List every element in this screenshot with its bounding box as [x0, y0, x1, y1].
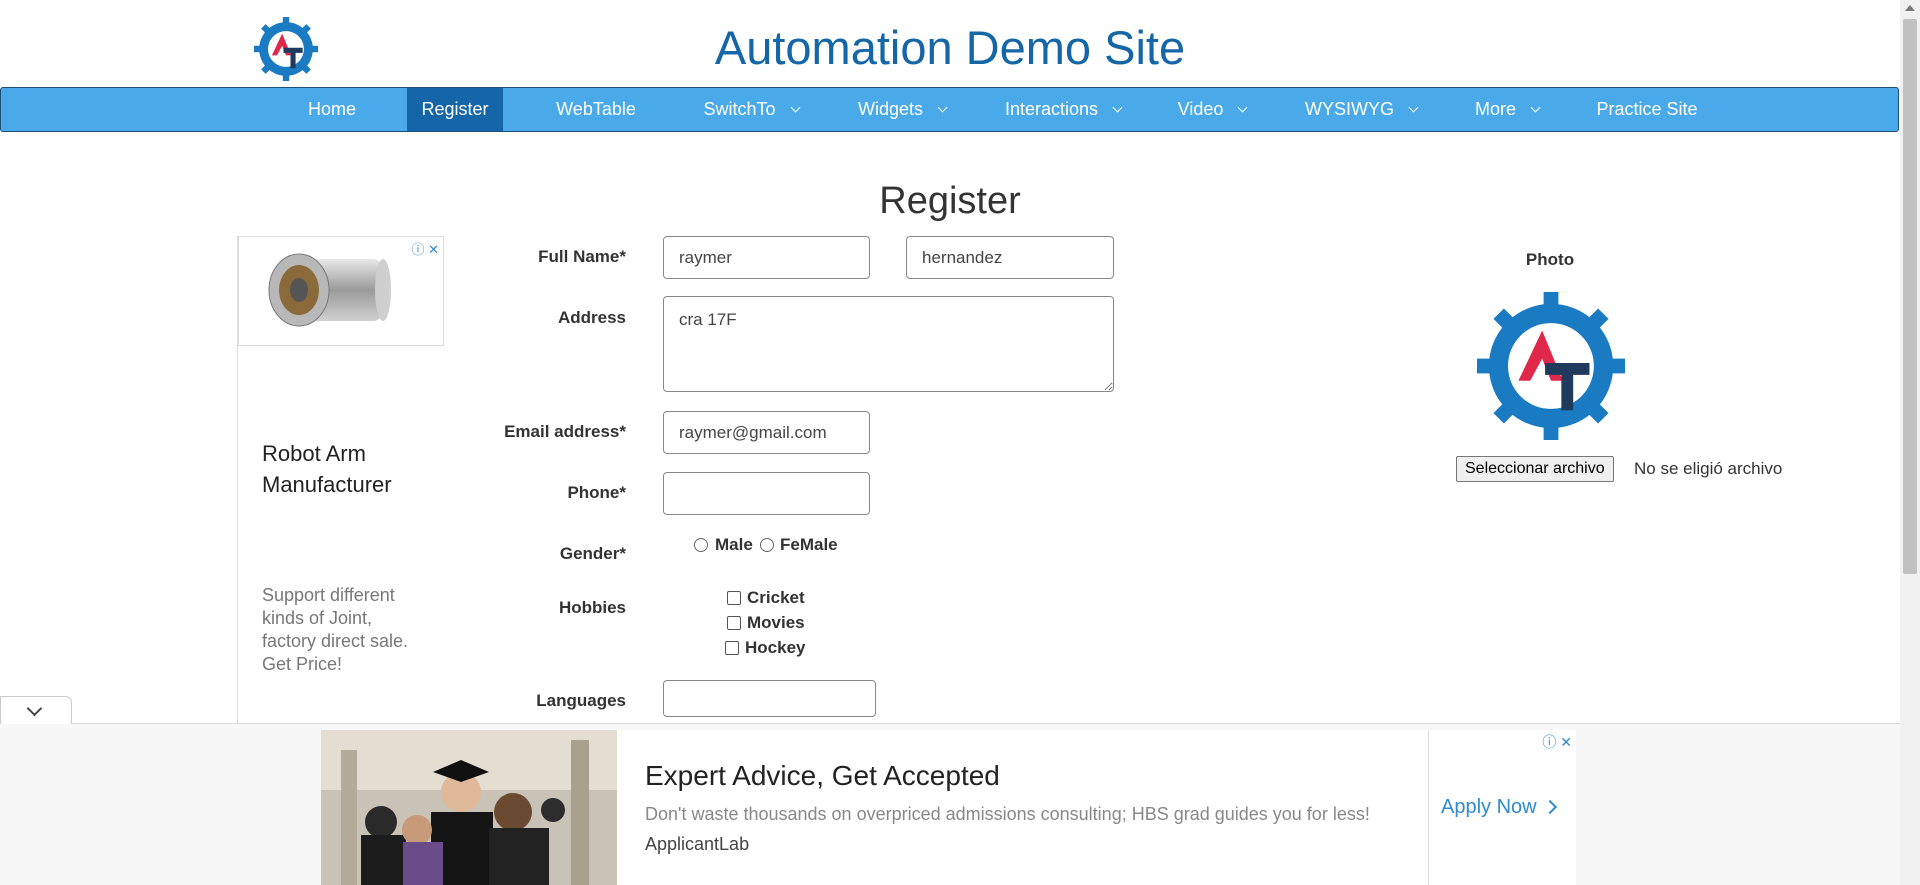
chevron-down-icon — [1408, 102, 1419, 113]
apply-now-button[interactable]: Apply Now — [1441, 796, 1557, 819]
ad-left-description[interactable]: Support different kinds of Joint, factor… — [262, 584, 422, 676]
hobby-cricket-label[interactable]: Cricket — [747, 588, 805, 608]
chevron-down-icon — [26, 700, 43, 717]
nav-webtable[interactable]: WebTable — [541, 88, 651, 131]
address-textarea[interactable]: cra 17F — [663, 296, 1114, 392]
full-name-label: Full Name* — [538, 247, 626, 266]
ad-left[interactable]: ⓘ ✕ Robot Arm Manufacturer Support diffe… — [237, 236, 444, 736]
last-name-input[interactable] — [906, 236, 1114, 279]
hobby-movies-checkbox[interactable] — [727, 616, 741, 630]
languages-multiselect[interactable] — [663, 680, 876, 717]
bottom-ad[interactable]: Expert Advice, Get Accepted Don't waste … — [321, 730, 1576, 885]
ad-product-image[interactable]: ⓘ ✕ — [238, 236, 444, 346]
profile-photo-logo — [1477, 292, 1625, 440]
choose-file-button[interactable]: Seleccionar archivo — [1456, 456, 1614, 482]
nav-switchto[interactable]: SwitchTo — [691, 88, 811, 131]
main-navbar: Home Register WebTable SwitchTo Widgets … — [0, 87, 1899, 132]
nav-interactions[interactable]: Interactions — [995, 88, 1131, 131]
nav-wysiwyg[interactable]: WYSIWYG — [1297, 88, 1425, 131]
gender-female-radio[interactable] — [760, 538, 774, 552]
vertical-scrollbar[interactable] — [1900, 0, 1920, 885]
chevron-down-icon — [1530, 102, 1541, 113]
file-status-text: No se eligió archivo — [1634, 459, 1783, 478]
nav-more-label: More — [1474, 99, 1516, 119]
email-label: Email address* — [504, 422, 626, 441]
chevron-down-icon — [790, 102, 800, 113]
nav-wysiwyg-label: WYSIWYG — [1305, 99, 1394, 119]
scrollbar-thumb[interactable] — [1903, 19, 1917, 574]
nav-widgets-label: Widgets — [857, 99, 924, 119]
nav-video-label: Video — [1177, 99, 1224, 119]
nav-switchto-label: SwitchTo — [703, 99, 776, 119]
gender-label: Gender* — [559, 544, 626, 563]
hobby-hockey-checkbox[interactable] — [725, 641, 739, 655]
chevron-down-icon — [1112, 102, 1123, 113]
email-input[interactable] — [663, 411, 870, 454]
chevron-right-icon — [1542, 799, 1557, 815]
gender-female-label[interactable]: FeMale — [780, 535, 838, 555]
bottom-ad-headline[interactable]: Expert Advice, Get Accepted — [645, 760, 1000, 792]
phone-input[interactable] — [663, 472, 870, 515]
bottom-ad-description[interactable]: Don't waste thousands on overpriced admi… — [645, 804, 1370, 825]
nav-video[interactable]: Video — [1167, 88, 1257, 131]
hobby-movies-label[interactable]: Movies — [747, 613, 805, 633]
page: Automation Demo Site Home Register WebTa… — [0, 0, 1920, 885]
ad-close-icon[interactable]: ⓘ ✕ — [1542, 732, 1572, 752]
hobby-hockey-label[interactable]: Hockey — [745, 638, 805, 658]
chevron-down-icon — [1237, 102, 1248, 113]
bottom-ad-brand[interactable]: ApplicantLab — [645, 834, 749, 855]
graduates-image — [321, 730, 617, 885]
nav-more[interactable]: More — [1463, 88, 1551, 131]
nav-register[interactable]: Register — [407, 88, 503, 131]
hobby-cricket-checkbox[interactable] — [727, 591, 741, 605]
phone-label: Phone* — [567, 483, 626, 502]
nav-widgets[interactable]: Widgets — [847, 88, 957, 131]
ad-divider — [1428, 730, 1429, 885]
gender-male-radio[interactable] — [694, 538, 708, 552]
address-label: Address — [557, 308, 626, 327]
chevron-down-icon — [937, 102, 948, 113]
ad-graduation-photo[interactable] — [321, 730, 617, 885]
scroll-up-arrow-icon[interactable] — [1905, 5, 1915, 11]
first-name-input[interactable] — [663, 236, 870, 279]
apply-now-label: Apply Now — [1441, 796, 1537, 818]
photo-label: Photo — [1525, 250, 1575, 269]
collapse-ad-button[interactable] — [0, 696, 72, 724]
nav-home[interactable]: Home — [297, 88, 367, 131]
page-title: Register — [879, 180, 1021, 222]
gender-male-label[interactable]: Male — [715, 535, 753, 555]
nav-interactions-label: Interactions — [1004, 99, 1099, 119]
nav-practice-site[interactable]: Practice Site — [1591, 88, 1703, 131]
hobbies-label: Hobbies — [558, 598, 626, 617]
ad-left-headline[interactable]: Robot Arm Manufacturer — [262, 438, 432, 500]
site-title: Automation Demo Site — [714, 21, 1186, 74]
languages-label: Languages — [536, 691, 626, 710]
